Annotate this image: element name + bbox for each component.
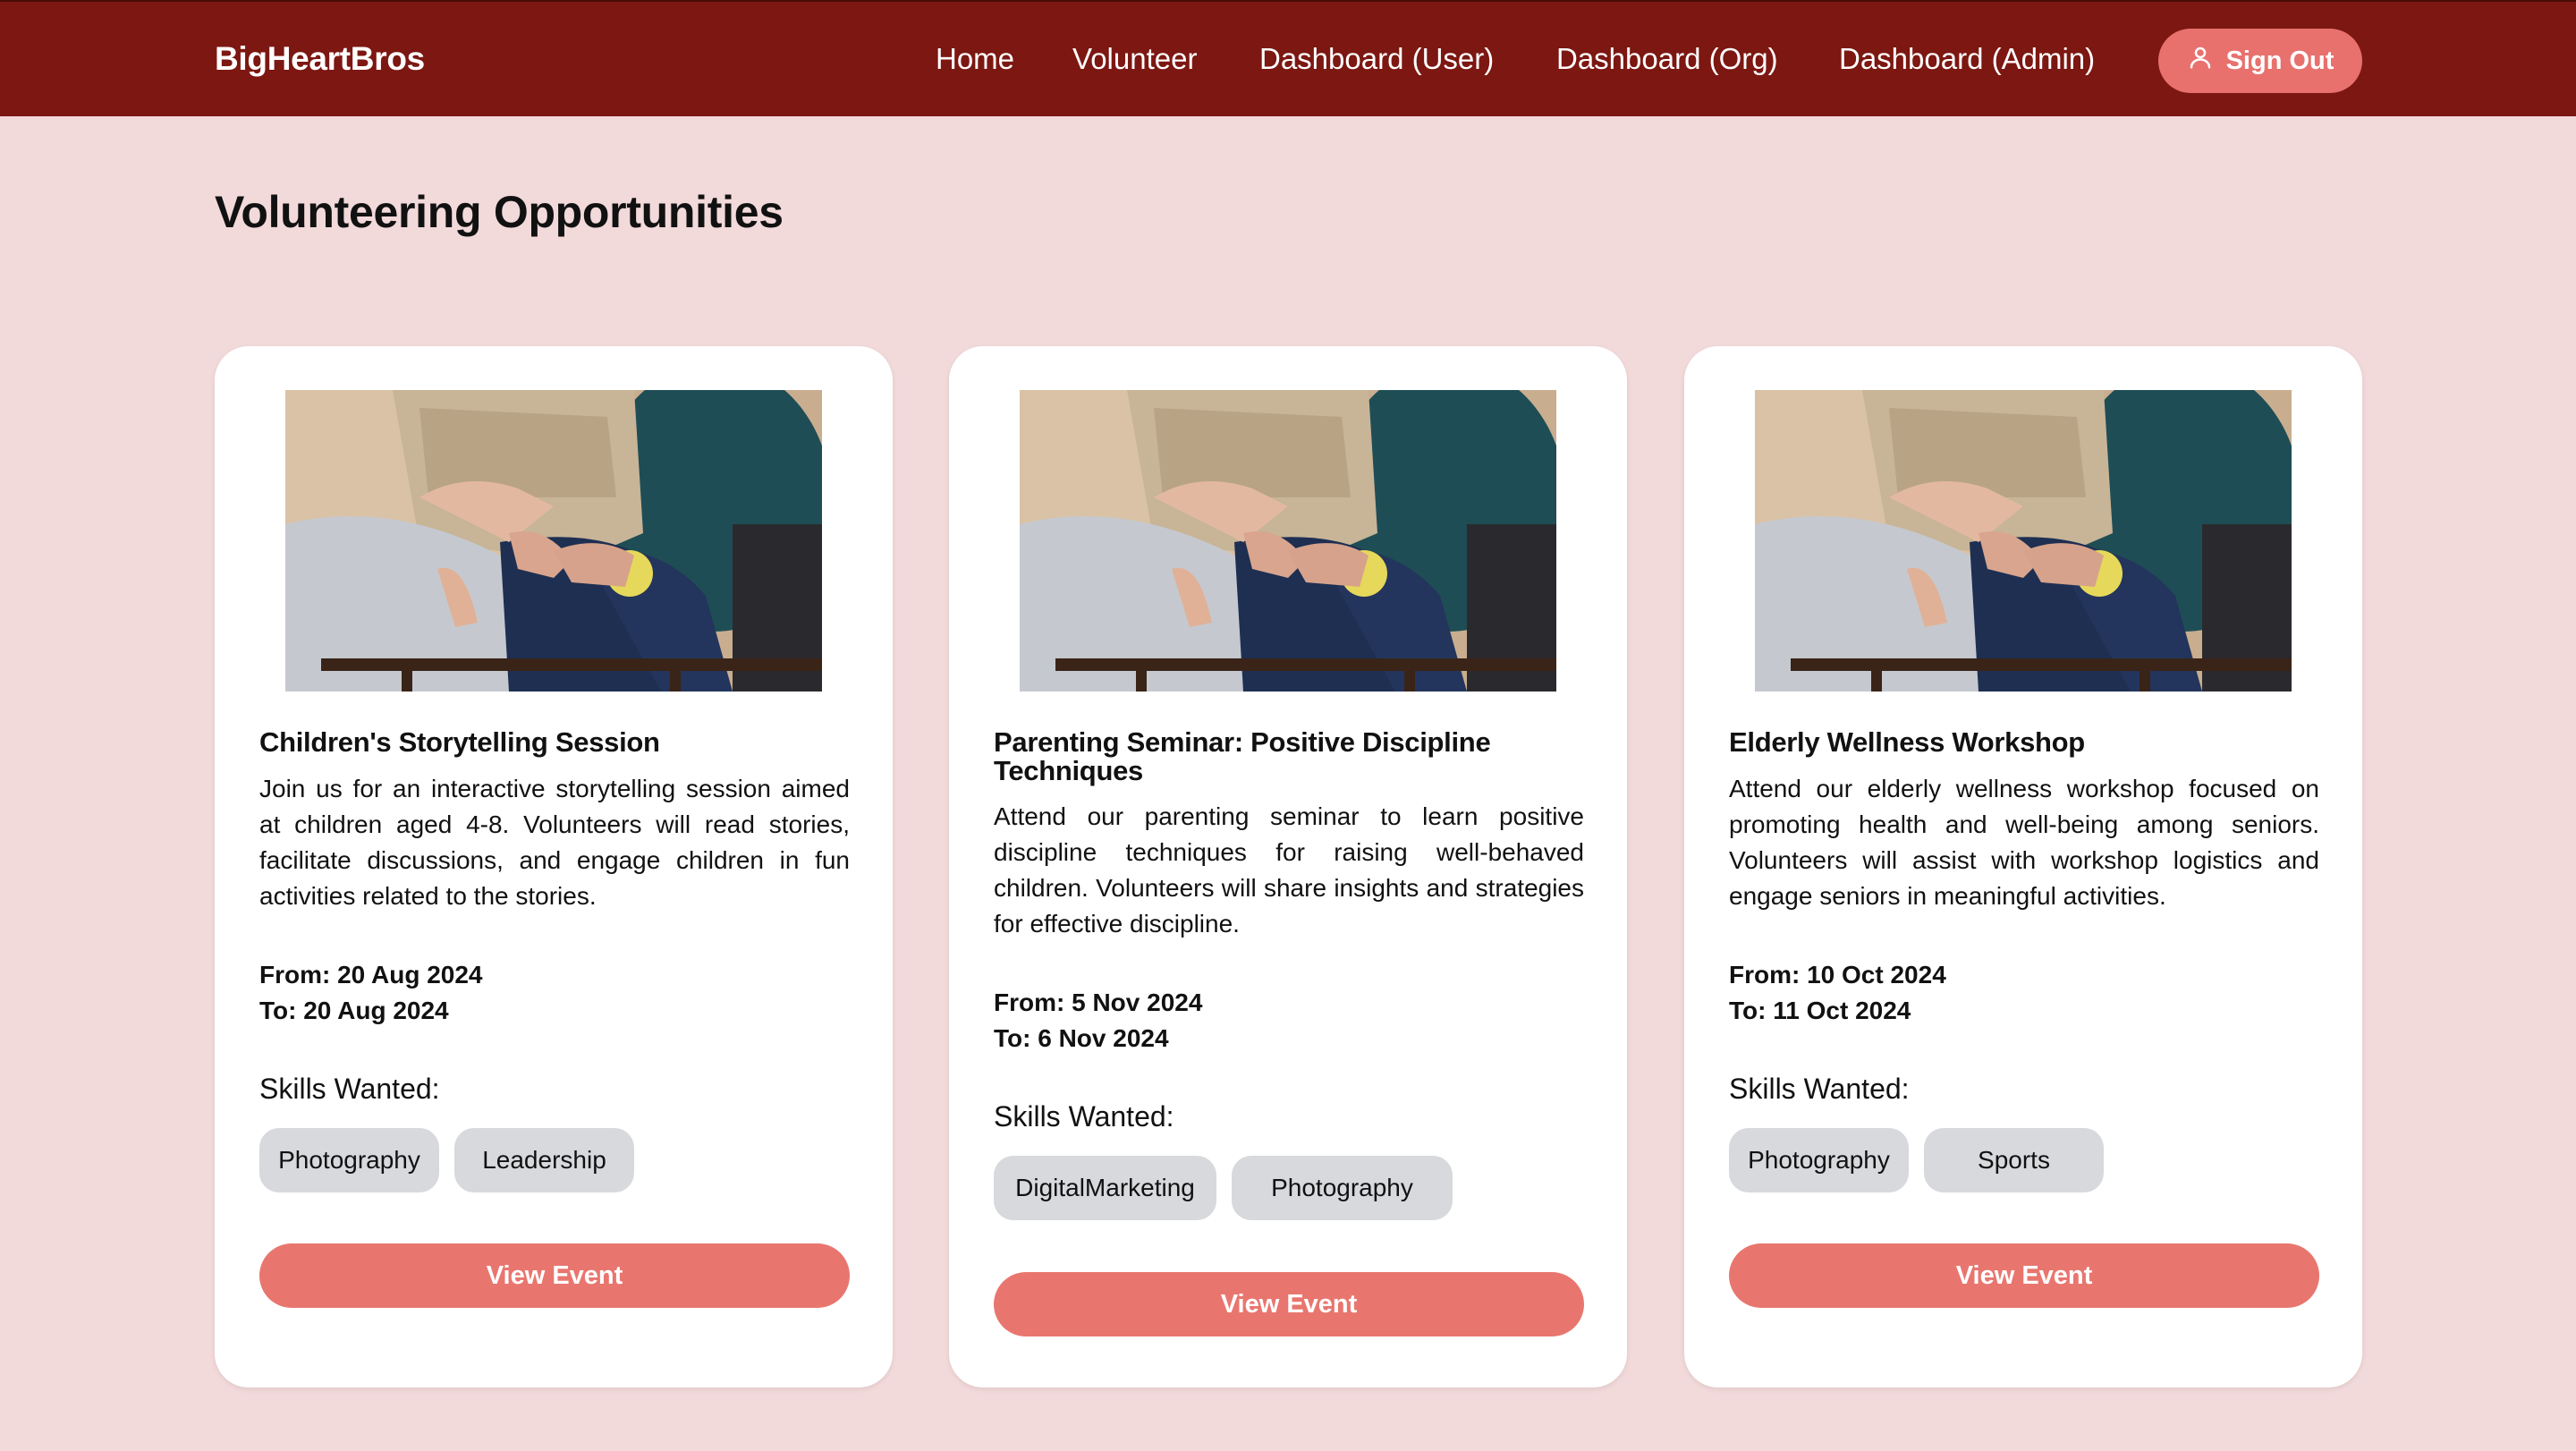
sign-out-label: Sign Out [2225, 46, 2334, 75]
view-event-button[interactable]: View Event [259, 1243, 850, 1308]
event-start-date: From: 20 Aug 2024 [259, 961, 483, 989]
skill-chip: Sports [1924, 1128, 2104, 1192]
nav-link-dashboard-org[interactable]: Dashboard (Org) [1556, 2, 1778, 116]
skill-chip: Photography [259, 1128, 439, 1192]
skill-chip: Leadership [454, 1128, 634, 1192]
skills-wanted-label: Skills Wanted: [259, 1073, 440, 1105]
event-card: Parenting Seminar: Positive Discipline T… [949, 346, 1627, 1387]
event-image [1020, 390, 1556, 692]
nav-link-dashboard-user[interactable]: Dashboard (User) [1259, 2, 1494, 116]
skill-chip: Photography [1729, 1128, 1909, 1192]
event-title: Parenting Seminar: Positive Discipline T… [994, 726, 1491, 786]
event-end-date: To: 11 Oct 2024 [1729, 997, 1911, 1024]
page-title: Volunteering Opportunities [215, 187, 784, 237]
skills-list: Photography Sports [1729, 1128, 2104, 1192]
skills-list: DigitalMarketing Photography [994, 1156, 1453, 1220]
event-description: Attend our parenting seminar to learn po… [994, 802, 1584, 938]
event-card: Children's Storytelling Session Join us … [215, 346, 893, 1387]
user-icon [2187, 44, 2214, 78]
skills-list: Photography Leadership [259, 1128, 634, 1192]
event-image [1755, 390, 2292, 692]
skills-wanted-label: Skills Wanted: [994, 1100, 1174, 1133]
event-start-date: From: 10 Oct 2024 [1729, 961, 1946, 989]
view-event-button[interactable]: View Event [994, 1272, 1584, 1336]
top-navbar: BigHeartBros Home Volunteer Dashboard (U… [0, 0, 2576, 116]
nav-link-home[interactable]: Home [936, 2, 1014, 116]
nav-link-volunteer[interactable]: Volunteer [1072, 2, 1197, 116]
event-card: Elderly Wellness Workshop Attend our eld… [1684, 346, 2362, 1387]
sign-out-button[interactable]: Sign Out [2158, 29, 2362, 93]
event-start-date: From: 5 Nov 2024 [994, 989, 1203, 1016]
event-description: Join us for an interactive storytelling … [259, 775, 850, 910]
nav-link-dashboard-admin[interactable]: Dashboard (Admin) [1839, 2, 2095, 116]
skills-wanted-label: Skills Wanted: [1729, 1073, 1910, 1105]
event-title: Children's Storytelling Session [259, 726, 660, 758]
skill-chip: DigitalMarketing [994, 1156, 1216, 1220]
event-description: Attend our elderly wellness workshop foc… [1729, 775, 2319, 910]
event-image [285, 390, 822, 692]
view-event-button[interactable]: View Event [1729, 1243, 2319, 1308]
event-end-date: To: 6 Nov 2024 [994, 1024, 1169, 1052]
event-end-date: To: 20 Aug 2024 [259, 997, 449, 1024]
event-title: Elderly Wellness Workshop [1729, 726, 2085, 758]
skill-chip: Photography [1232, 1156, 1453, 1220]
